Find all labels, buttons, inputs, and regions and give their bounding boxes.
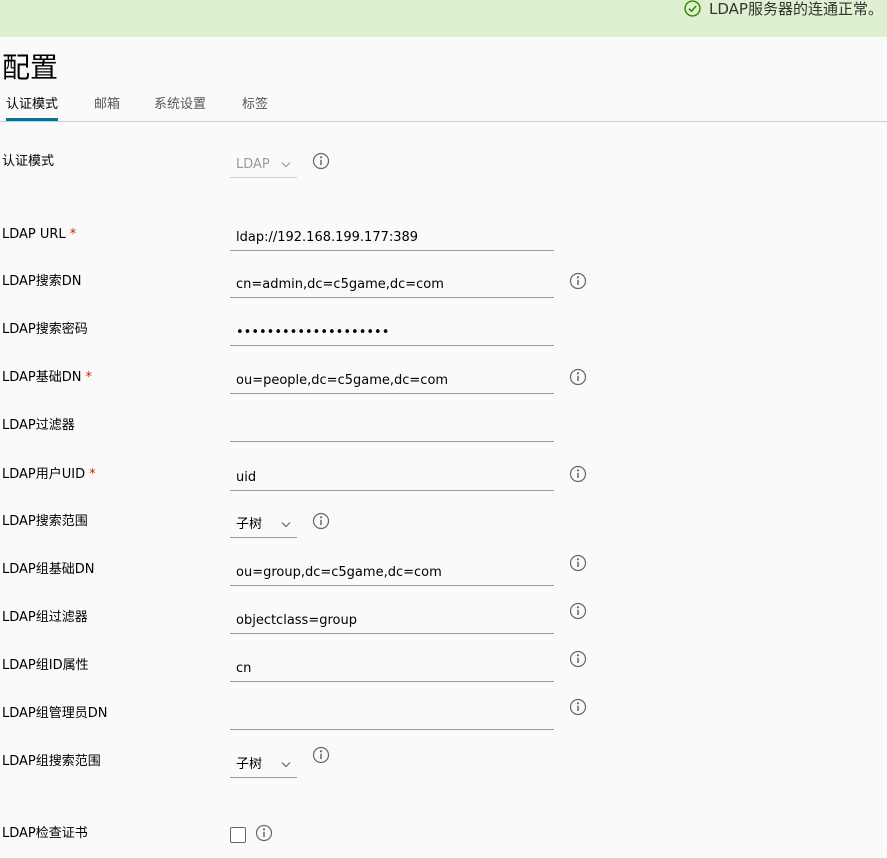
- filter-input[interactable]: [230, 416, 554, 442]
- banner-message: LDAP服务器的连通正常。: [684, 0, 883, 18]
- group-filter-label: LDAP组过滤器: [2, 610, 88, 625]
- base-dn-row: LDAP基础DN *: [0, 358, 887, 398]
- ldap-url-input[interactable]: [230, 225, 554, 251]
- uid-input[interactable]: [230, 465, 554, 491]
- search-dn-row: LDAP搜索DN: [0, 262, 887, 302]
- filter-label: LDAP过滤器: [2, 418, 75, 433]
- search-password-input[interactable]: [230, 320, 554, 346]
- scope-value: 子树: [236, 517, 263, 532]
- required-marker: *: [69, 227, 77, 242]
- group-gid-input[interactable]: [230, 656, 554, 682]
- verify-cert-checkbox[interactable]: [230, 827, 246, 843]
- search-password-row: LDAP搜索密码: [0, 310, 887, 350]
- info-icon[interactable]: [569, 368, 587, 386]
- group-gid-label: LDAP组ID属性: [2, 658, 89, 673]
- info-icon[interactable]: [569, 698, 587, 716]
- tab-email[interactable]: 邮箱: [94, 92, 120, 120]
- tab-system-settings[interactable]: 系统设置: [154, 92, 206, 120]
- group-filter-row: LDAP组过滤器: [0, 598, 887, 638]
- auth-mode-row: 认证模式 LDAP: [0, 142, 887, 182]
- success-banner: LDAP服务器的连通正常。: [0, 0, 887, 37]
- chevron-down-icon: [281, 762, 291, 768]
- required-marker: *: [85, 370, 93, 385]
- group-admin-dn-label: LDAP组管理员DN: [2, 706, 108, 721]
- ldap-url-row: LDAP URL *: [0, 215, 887, 255]
- info-icon[interactable]: [255, 824, 273, 842]
- required-marker: *: [89, 467, 96, 482]
- group-scope-value: 子树: [236, 757, 263, 772]
- check-circle-icon: [684, 0, 701, 17]
- group-admin-dn-row: LDAP组管理员DN: [0, 694, 887, 734]
- ldap-url-label: LDAP URL *: [2, 227, 77, 242]
- filter-row: LDAP过滤器: [0, 406, 887, 446]
- info-icon[interactable]: [569, 650, 587, 668]
- tab-labels[interactable]: 标签: [242, 92, 268, 120]
- search-password-label: LDAP搜索密码: [2, 322, 88, 337]
- group-gid-row: LDAP组ID属性: [0, 646, 887, 686]
- base-dn-input[interactable]: [230, 368, 554, 394]
- info-icon[interactable]: [569, 465, 587, 483]
- info-icon[interactable]: [569, 272, 587, 290]
- group-scope-label: LDAP组搜索范围: [2, 754, 101, 769]
- info-icon[interactable]: [569, 554, 587, 572]
- info-icon[interactable]: [312, 512, 330, 530]
- group-base-dn-label: LDAP组基础DN: [2, 562, 95, 577]
- group-base-dn-input[interactable]: [230, 560, 554, 586]
- group-filter-input[interactable]: [230, 608, 554, 634]
- chevron-down-icon: [281, 522, 291, 528]
- search-dn-input[interactable]: [230, 272, 554, 298]
- uid-row: LDAP用户UID *: [0, 455, 887, 495]
- auth-mode-value: LDAP: [236, 157, 270, 172]
- scope-select[interactable]: 子树: [230, 512, 297, 538]
- base-dn-label: LDAP基础DN *: [2, 370, 93, 385]
- group-admin-dn-input[interactable]: [230, 704, 554, 730]
- page-title: 配置: [2, 51, 59, 84]
- info-icon[interactable]: [312, 152, 330, 170]
- verify-cert-row: LDAP检查证书: [0, 814, 887, 854]
- verify-cert-label: LDAP检查证书: [2, 826, 88, 841]
- group-base-dn-row: LDAP组基础DN: [0, 550, 887, 590]
- tab-bar: 认证模式 邮箱 系统设置 标签: [0, 92, 887, 122]
- group-scope-row: LDAP组搜索范围 子树: [0, 742, 887, 782]
- tab-auth-mode[interactable]: 认证模式: [6, 92, 59, 121]
- auth-mode-label: 认证模式: [2, 154, 55, 169]
- group-scope-select[interactable]: 子树: [230, 752, 297, 778]
- banner-text: LDAP服务器的连通正常。: [709, 0, 883, 18]
- info-icon[interactable]: [569, 602, 587, 620]
- info-icon[interactable]: [312, 746, 330, 764]
- chevron-down-icon: [281, 162, 291, 168]
- uid-label: LDAP用户UID *: [2, 467, 96, 482]
- scope-label: LDAP搜索范围: [2, 514, 88, 529]
- search-dn-label: LDAP搜索DN: [2, 274, 82, 289]
- scope-row: LDAP搜索范围 子树: [0, 502, 887, 542]
- auth-mode-select: LDAP: [230, 152, 297, 178]
